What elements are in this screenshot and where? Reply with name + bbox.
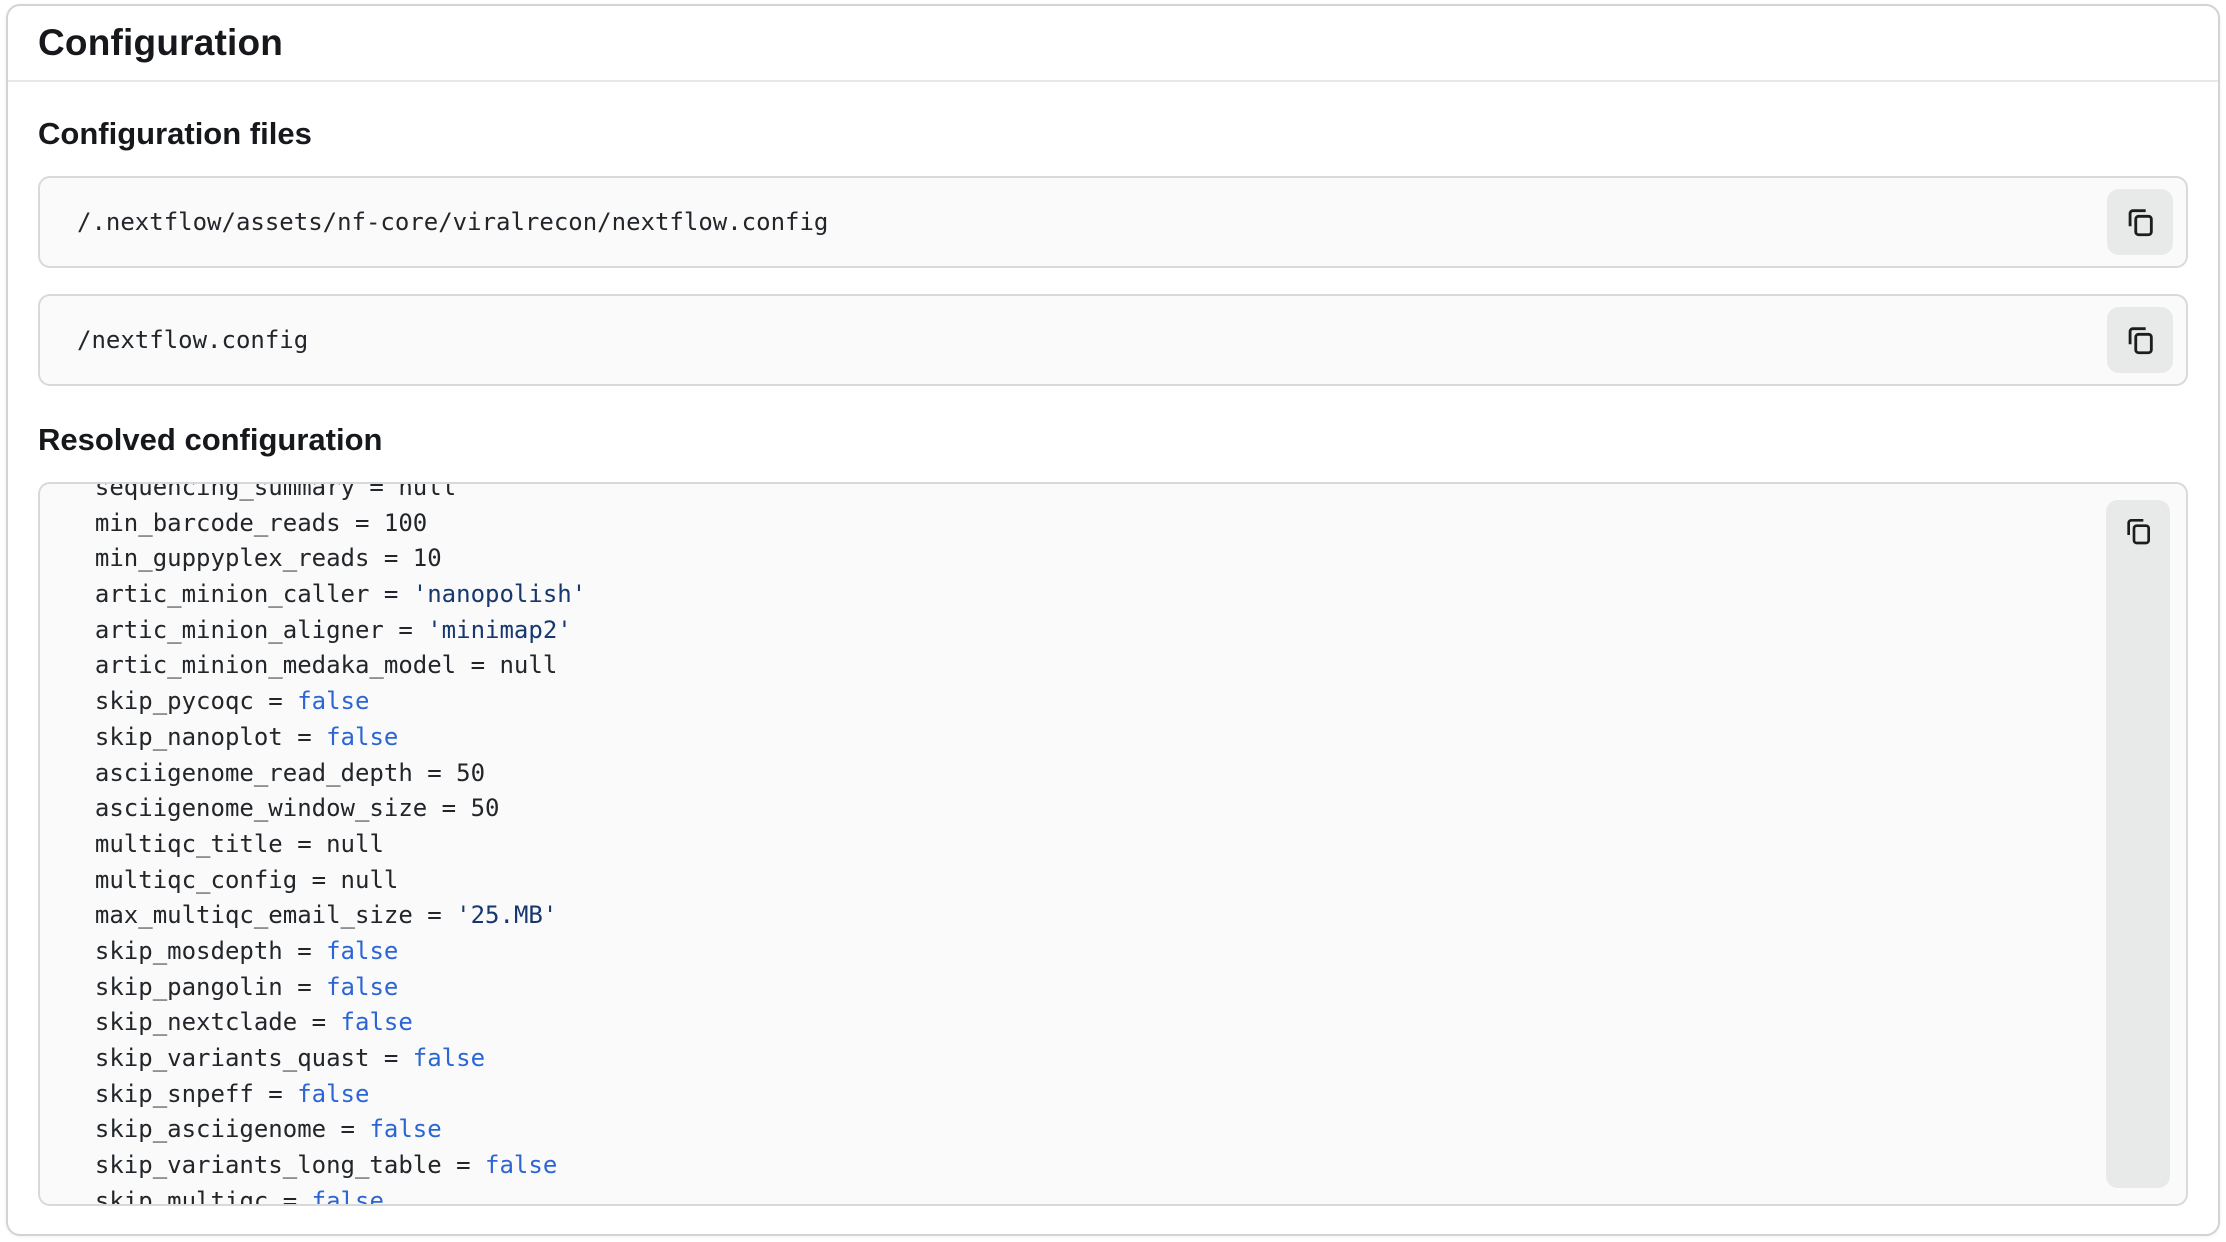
config-value: 'minimap2' [427,616,572,644]
config-line: skip_multiqc = false [66,1184,2086,1204]
configuration-card: Configuration Configuration files /.next… [6,4,2220,1236]
copy-resolved-config-button[interactable] [2106,500,2170,1188]
config-value: 10 [413,544,442,572]
resolved-config-code: sequencing_summary = null min_barcode_re… [66,484,2086,1204]
config-file-row: /nextflow.config [38,294,2188,386]
config-file-row: /.nextflow/assets/nf-core/viralrecon/nex… [38,176,2188,268]
copy-file-path-button[interactable] [2107,307,2173,373]
config-file-path: /.nextflow/assets/nf-core/viralrecon/nex… [77,208,828,236]
config-value: false [297,1080,369,1108]
config-line: skip_variants_long_table = false [66,1148,2086,1184]
card-content: Configuration files /.nextflow/assets/nf… [8,82,2218,1206]
config-value: false [369,1115,441,1143]
config-line: multiqc_title = null [66,827,2086,863]
copy-file-path-button[interactable] [2107,189,2173,255]
config-value: 'nanopolish' [413,580,586,608]
config-line: skip_pycoqc = false [66,684,2086,720]
config-line: multiqc_config = null [66,863,2086,899]
copy-icon [2123,323,2157,357]
config-line: skip_nextclade = false [66,1005,2086,1041]
config-value: false [326,937,398,965]
config-value: false [326,723,398,751]
config-value: false [312,1187,384,1204]
config-line: min_barcode_reads = 100 [66,506,2086,542]
copy-icon [2122,515,2154,547]
config-file-path: /nextflow.config [77,326,308,354]
config-value: false [297,687,369,715]
card-header: Configuration [8,6,2218,82]
config-line: skip_mosdepth = false [66,934,2086,970]
page-title: Configuration [38,22,283,64]
config-value: 50 [471,794,500,822]
config-line: asciigenome_read_depth = 50 [66,756,2086,792]
config-file-list: /.nextflow/assets/nf-core/viralrecon/nex… [38,176,2188,386]
config-line: artic_minion_caller = 'nanopolish' [66,577,2086,613]
config-value: false [326,973,398,1001]
resolved-config-scroll-area[interactable]: sequencing_summary = null min_barcode_re… [40,484,2086,1204]
config-value: null [326,830,384,858]
section-heading-resolved-configuration: Resolved configuration [38,422,2188,458]
resolved-config-codeblock: sequencing_summary = null min_barcode_re… [38,482,2188,1206]
config-line: sequencing_summary = null [66,484,2086,506]
config-line: min_guppyplex_reads = 10 [66,541,2086,577]
config-line: skip_variants_quast = false [66,1041,2086,1077]
config-line: max_multiqc_email_size = '25.MB' [66,898,2086,934]
config-line: skip_pangolin = false [66,970,2086,1006]
config-value: 50 [456,759,485,787]
config-line: skip_snpeff = false [66,1077,2086,1113]
config-value: null [398,484,456,501]
config-value: '25.MB' [456,901,557,929]
config-line: skip_asciigenome = false [66,1112,2086,1148]
copy-icon [2123,205,2157,239]
config-line: skip_nanoplot = false [66,720,2086,756]
config-value: false [341,1008,413,1036]
config-value: null [499,651,557,679]
config-value: false [485,1151,557,1179]
config-value: null [341,866,399,894]
config-line: artic_minion_aligner = 'minimap2' [66,613,2086,649]
section-heading-configuration-files: Configuration files [38,116,2188,152]
config-value: 100 [384,509,427,537]
config-value: false [413,1044,485,1072]
config-line: artic_minion_medaka_model = null [66,648,2086,684]
config-line: asciigenome_window_size = 50 [66,791,2086,827]
